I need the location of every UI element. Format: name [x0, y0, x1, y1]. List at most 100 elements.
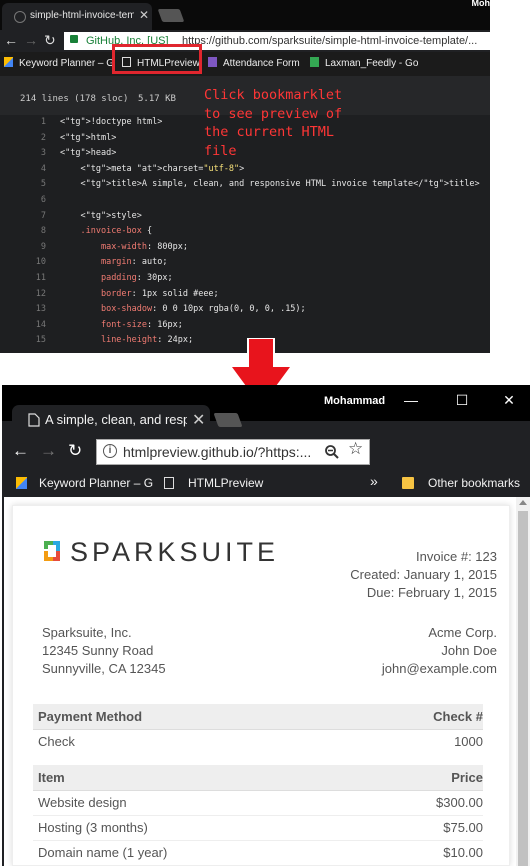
- folder-icon: [402, 477, 414, 489]
- lock-icon: [70, 35, 78, 43]
- line-code: padding: 30px;: [100, 273, 173, 283]
- bookmarks-bar: Keyword Planner – G HTMLPreview Attendan…: [0, 52, 490, 76]
- bookmark-htmlpreview[interactable]: HTMLPreview: [164, 476, 263, 490]
- close-icon[interactable]: ✕: [139, 8, 149, 22]
- navigation-bar: ← → ↻ i htmlpreview.github.io/?https:...…: [2, 435, 530, 469]
- tab-title: simple-html-invoice-temp: [30, 10, 134, 21]
- close-icon[interactable]: ✕: [192, 410, 205, 430]
- maximize-button[interactable]: ☐: [445, 385, 479, 415]
- line-number[interactable]: 12: [0, 289, 46, 299]
- line-number[interactable]: 7: [0, 211, 46, 221]
- highlight-box: [112, 44, 202, 74]
- url-text[interactable]: https://github.com/sparksuite/simple-htm…: [182, 35, 477, 47]
- file-size: 5.17 KB: [138, 94, 176, 104]
- item-price: $10.00: [443, 845, 483, 860]
- line-number[interactable]: 5: [0, 179, 46, 189]
- adwords-icon: [4, 57, 13, 67]
- line-code: <"tg">!doctype html>: [60, 117, 163, 127]
- reload-icon[interactable]: ↻: [68, 441, 82, 461]
- sheets-icon: [310, 57, 319, 67]
- table-row: Website design $300.00: [33, 790, 483, 816]
- line-number[interactable]: 11: [0, 273, 46, 283]
- line-number[interactable]: 3: [0, 148, 46, 158]
- payment-method-value: Check: [38, 734, 75, 749]
- minimize-button[interactable]: —: [394, 385, 428, 415]
- reload-icon[interactable]: ↻: [44, 32, 56, 49]
- line-number[interactable]: 9: [0, 242, 46, 252]
- bookmarks-overflow-button[interactable]: »: [370, 473, 378, 489]
- line-code: box-shadow: 0 0 10px rgba(0, 0, 0, .15);: [100, 304, 306, 315]
- table-row: Hosting (3 months) $75.00: [33, 815, 483, 841]
- line-number[interactable]: 4: [0, 164, 46, 174]
- bookmark-keyword-planner[interactable]: Keyword Planner – G: [4, 57, 114, 69]
- line-number[interactable]: 8: [0, 226, 46, 236]
- bookmark-label: Other bookmarks: [428, 476, 521, 490]
- invoice-box: SPARKSUITE Invoice #: 123 Created: Janua…: [12, 505, 510, 866]
- payment-row: Check 1000: [33, 729, 483, 754]
- line-code: <"tg">html>: [60, 132, 117, 143]
- payment-method-label: Payment Method: [38, 709, 143, 724]
- line-number[interactable]: 14: [0, 320, 46, 330]
- bookmark-label: Keyword Planner – G: [39, 476, 154, 490]
- code-line: 14 font-size: 16px;: [0, 320, 490, 336]
- forward-arrow-icon[interactable]: →: [40, 441, 57, 461]
- line-number[interactable]: 6: [0, 195, 46, 205]
- github-icon: [14, 11, 26, 23]
- line-code: <"tg">style>: [60, 210, 142, 221]
- file-lines: 214 lines (178 sloc): [20, 94, 129, 104]
- scrollbar-thumb[interactable]: [518, 511, 528, 866]
- profile-name[interactable]: Mohammad: [324, 395, 385, 407]
- forward-arrow-icon[interactable]: →: [24, 32, 38, 48]
- new-tab-button[interactable]: [157, 9, 185, 22]
- vertical-scrollbar[interactable]: [516, 497, 530, 866]
- adwords-icon: [16, 477, 27, 489]
- back-arrow-icon[interactable]: ←: [4, 32, 18, 48]
- page-viewport[interactable]: SPARKSUITE Invoice #: 123 Created: Janua…: [4, 497, 530, 866]
- line-code: <"tg">head>: [60, 148, 117, 159]
- invoice-number: Invoice #: 123: [416, 549, 497, 564]
- payment-header: Payment Method Check #: [33, 704, 483, 730]
- invoice-due: Due: February 1, 2015: [366, 585, 497, 600]
- profile-name[interactable]: Moh: [472, 0, 491, 8]
- check-number-label: Check #: [433, 709, 483, 724]
- url-text[interactable]: htmlpreview.github.io/?https:...: [123, 444, 311, 460]
- other-bookmarks[interactable]: Other bookmarks: [402, 476, 520, 490]
- new-tab-button[interactable]: [213, 413, 243, 427]
- close-window-button[interactable]: ✕: [492, 385, 526, 415]
- bookmark-label: Attendance Form: [223, 58, 300, 69]
- back-arrow-icon[interactable]: ←: [12, 441, 29, 461]
- item-label: Item: [38, 770, 65, 785]
- zoom-icon[interactable]: [324, 444, 340, 460]
- line-code: margin: auto;: [100, 257, 168, 268]
- line-code: <"tg">meta "at">charset="utf-8">: [60, 163, 245, 174]
- line-number[interactable]: 10: [0, 257, 46, 267]
- line-number[interactable]: 2: [0, 133, 46, 143]
- code-line: 13 box-shadow: 0 0 10px rgba(0, 0, 0, .1…: [0, 304, 490, 320]
- browser-tab[interactable]: simple-html-invoice-temp ✕: [2, 3, 152, 30]
- from-city: Sunnyville, CA 12345: [42, 661, 166, 676]
- star-icon[interactable]: ☆: [348, 439, 363, 459]
- line-code: max-width: 800px;: [100, 241, 188, 252]
- bookmarks-bar: Keyword Planner – G HTMLPreview » Other …: [2, 469, 530, 497]
- code-line: 12 border: 1px solid #eee;: [0, 289, 490, 305]
- line-number[interactable]: 1: [0, 117, 46, 127]
- line-number[interactable]: 13: [0, 304, 46, 314]
- code-line: 4 <"tg">meta "at">charset="utf-8">: [0, 164, 490, 180]
- preview-screenshot: Mohammad — ☐ ✕ A simple, clean, and resp…: [2, 385, 530, 866]
- from-company: Sparksuite, Inc.: [42, 625, 132, 640]
- page-icon: [164, 477, 174, 489]
- bookmark-attendance-form[interactable]: Attendance Form: [208, 57, 300, 69]
- bookmark-label: Keyword Planner – G: [19, 58, 115, 69]
- table-row: Domain name (1 year) $10.00: [33, 840, 483, 866]
- tab-title: A simple, clean, and respo: [45, 412, 187, 427]
- browser-tab[interactable]: A simple, clean, and respo ✕: [12, 405, 210, 435]
- bookmark-laxman-feedly[interactable]: Laxman_Feedly - Go: [310, 57, 418, 69]
- info-icon[interactable]: i: [103, 444, 117, 458]
- line-number[interactable]: 15: [0, 335, 46, 345]
- scroll-up-icon[interactable]: [519, 500, 527, 505]
- navigation-bar: ← → ↻ GitHub, Inc. [US] https://github.c…: [0, 30, 490, 52]
- price-label: Price: [451, 770, 483, 785]
- bookmark-keyword-planner[interactable]: Keyword Planner – G: [16, 476, 153, 490]
- line-code: .invoice-box {: [80, 226, 153, 237]
- code-line: 10 margin: auto;: [0, 257, 490, 273]
